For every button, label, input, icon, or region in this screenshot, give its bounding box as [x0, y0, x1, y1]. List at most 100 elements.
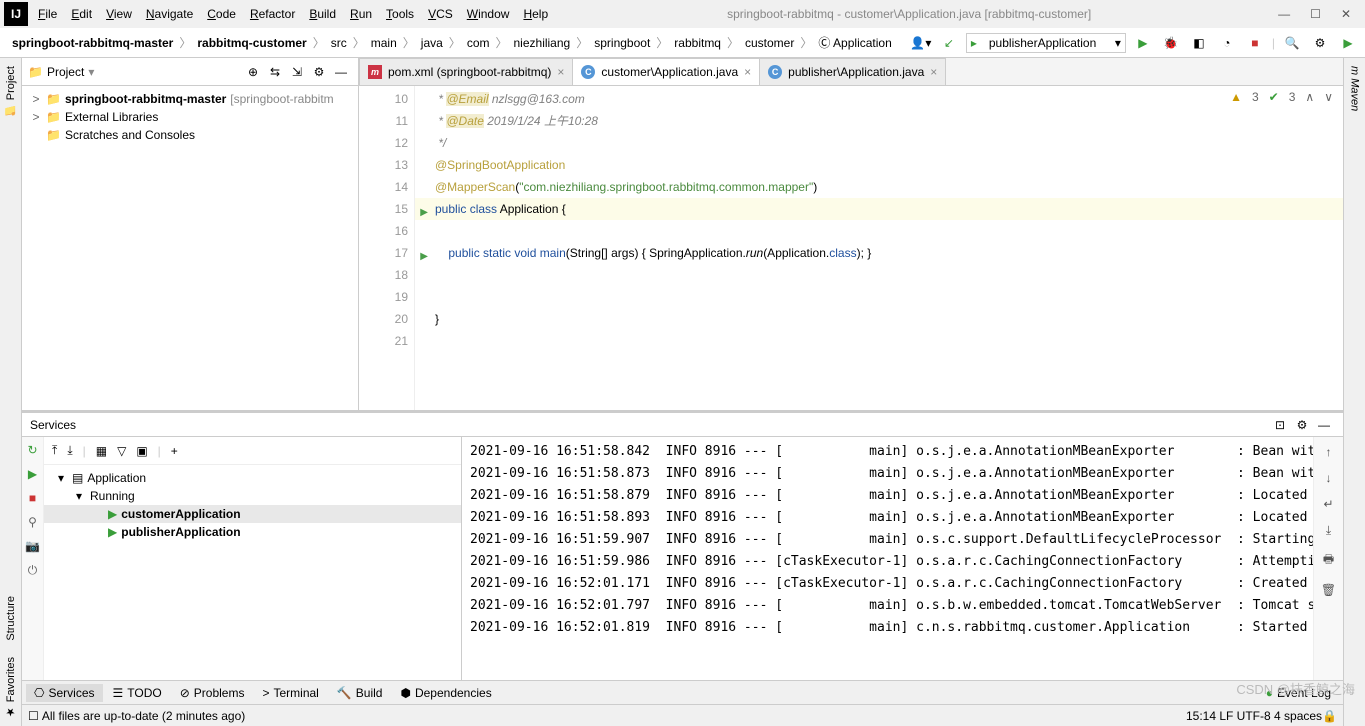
menu-navigate[interactable]: Navigate: [140, 3, 199, 25]
favorites-tool-tab[interactable]: ★ Favorites: [2, 649, 19, 726]
navigation-bar: springboot-rabbitmq-master〉rabbitmq-cust…: [0, 28, 1365, 58]
profile-icon[interactable]: ◔: [1216, 32, 1238, 54]
stop-icon[interactable]: ■: [29, 491, 36, 505]
bottom-tab-problems[interactable]: ⊘Problems: [172, 684, 253, 702]
run-icon[interactable]: ▶: [1132, 32, 1154, 54]
right-tool-strip: m Maven: [1343, 58, 1365, 726]
status-right[interactable]: 15:14 LF UTF-8 4 spaces: [1186, 709, 1322, 723]
menu-edit[interactable]: Edit: [65, 3, 98, 25]
breadcrumb-item[interactable]: rabbitmq: [668, 33, 727, 53]
debug-icon[interactable]: 🐞: [1160, 32, 1182, 54]
breadcrumb-item[interactable]: Ⓒ Application: [812, 31, 897, 54]
collapse-all-icon[interactable]: ⤓: [67, 443, 72, 458]
services-tree-row[interactable]: ▶ publisherApplication: [44, 523, 461, 541]
attach-debugger-icon[interactable]: ⚲: [28, 515, 37, 529]
menu-view[interactable]: View: [100, 3, 138, 25]
group-icon[interactable]: ▦: [96, 444, 107, 458]
structure-tool-tab[interactable]: Structure: [3, 588, 19, 649]
expand-all-icon[interactable]: ⤒: [52, 443, 57, 458]
close-tab-icon[interactable]: ×: [557, 65, 564, 79]
window-controls: — ☐ ✕: [1264, 7, 1365, 21]
menu-tools[interactable]: Tools: [380, 3, 420, 25]
tree-row[interactable]: >📁springboot-rabbitmq-master [springboot…: [22, 90, 358, 108]
scroll-down-icon[interactable]: ↓: [1326, 471, 1332, 485]
soft-wrap-icon[interactable]: ↵: [1323, 497, 1333, 511]
bottom-tab-terminal[interactable]: >Terminal: [254, 684, 326, 702]
scroll-up-icon[interactable]: ↑: [1326, 445, 1332, 459]
tree-row[interactable]: 📁Scratches and Consoles: [22, 126, 358, 144]
user-icon[interactable]: 👤▾: [910, 32, 932, 54]
close-tab-icon[interactable]: ×: [744, 65, 751, 79]
filter-icon[interactable]: ▽: [117, 444, 126, 458]
close-tab-icon[interactable]: ×: [930, 65, 937, 79]
maven-tool-tab[interactable]: m Maven: [1347, 58, 1363, 119]
expand-icon[interactable]: ⇲: [286, 61, 308, 83]
breadcrumb-item[interactable]: springboot-rabbitmq-master: [6, 33, 179, 53]
search-icon[interactable]: 🔍: [1281, 32, 1303, 54]
stop-icon[interactable]: ■: [1244, 32, 1266, 54]
bottom-tab-build[interactable]: 🔨Build: [329, 684, 391, 702]
services-toolbar: ⤒ ⤓ | ▦ ▽ ▣ | +: [44, 437, 461, 465]
menu-run[interactable]: Run: [344, 3, 378, 25]
breadcrumb-item[interactable]: main: [365, 33, 403, 53]
editor-tab[interactable]: Ccustomer\Application.java×: [572, 58, 760, 85]
breadcrumb-item[interactable]: rabbitmq-customer: [191, 33, 312, 53]
camera-icon[interactable]: 📷: [25, 539, 40, 553]
breadcrumb-item[interactable]: java: [415, 33, 449, 53]
breadcrumb-item[interactable]: niezhiliang: [508, 33, 577, 53]
project-tree[interactable]: >📁springboot-rabbitmq-master [springboot…: [22, 86, 358, 410]
services-tree-row[interactable]: ▶ customerApplication: [44, 505, 461, 523]
console-log[interactable]: 2021-09-16 16:51:58.842 INFO 8916 --- [ …: [462, 437, 1313, 680]
event-log-tab[interactable]: ●Event Log: [1258, 684, 1339, 702]
minimize-icon[interactable]: —: [1278, 7, 1290, 21]
hammer-build-icon[interactable]: ↙: [938, 32, 960, 54]
breadcrumb-item[interactable]: com: [461, 33, 496, 53]
scroll-to-end-icon[interactable]: ⤓: [1326, 523, 1331, 538]
coverage-icon[interactable]: ◧: [1188, 32, 1210, 54]
inspection-widget[interactable]: ▲3 ✔3 ∧∨: [1230, 90, 1333, 104]
hide-icon[interactable]: —: [1313, 414, 1335, 436]
code-editor[interactable]: * @Email nzlsgg@163.com * @Date 2019/1/2…: [415, 86, 1343, 410]
run-icon[interactable]: ▶: [28, 467, 37, 481]
layout-icon[interactable]: ▣: [136, 444, 147, 458]
bottom-tab-services[interactable]: ⎔Services: [26, 684, 103, 702]
menu-file[interactable]: File: [32, 3, 63, 25]
run-anything-icon[interactable]: ▶: [1337, 32, 1359, 54]
breadcrumb-item[interactable]: src: [325, 33, 353, 53]
menu-refactor[interactable]: Refactor: [244, 3, 301, 25]
ide-settings-icon[interactable]: ⚙: [1309, 32, 1331, 54]
gear-icon[interactable]: ⚙: [308, 61, 330, 83]
editor-tab[interactable]: mpom.xml (springboot-rabbitmq)×: [359, 58, 573, 85]
services-restore-layout-icon[interactable]: ⊡: [1269, 414, 1291, 436]
breadcrumb-item[interactable]: customer: [739, 33, 800, 53]
bottom-tab-dependencies[interactable]: ⬢Dependencies: [392, 684, 499, 702]
tree-row[interactable]: >📁External Libraries: [22, 108, 358, 126]
app-logo: IJ: [4, 2, 28, 26]
locate-icon[interactable]: ⊕: [242, 61, 264, 83]
menu-vcs[interactable]: VCS: [422, 3, 459, 25]
hide-icon[interactable]: —: [330, 61, 352, 83]
maximize-icon[interactable]: ☐: [1310, 7, 1321, 21]
close-icon[interactable]: ✕: [1341, 7, 1351, 21]
services-tree-row[interactable]: ▾▤ Application: [44, 469, 461, 487]
run-config-label: publisherApplication: [989, 36, 1096, 50]
menu-window[interactable]: Window: [461, 3, 516, 25]
menu-help[interactable]: Help: [517, 3, 554, 25]
editor-tab[interactable]: Cpublisher\Application.java×: [759, 58, 946, 85]
collapse-icon[interactable]: ⇆: [264, 61, 286, 83]
lock-icon[interactable]: 🔒: [1322, 709, 1337, 723]
add-icon[interactable]: +: [171, 444, 178, 458]
services-tree[interactable]: ▾▤ Application▾ Running ▶ customerApplic…: [44, 465, 461, 680]
menu-code[interactable]: Code: [201, 3, 242, 25]
services-tree-row[interactable]: ▾ Running: [44, 487, 461, 505]
print-icon[interactable]: 🖶: [1323, 550, 1334, 571]
gear-icon[interactable]: ⚙: [1291, 414, 1313, 436]
clear-icon[interactable]: 🗑: [1321, 583, 1336, 597]
breadcrumb-item[interactable]: springboot: [588, 33, 656, 53]
exit-icon[interactable]: ⏻: [28, 563, 38, 578]
rerun-icon[interactable]: ↻: [27, 443, 37, 457]
bottom-tab-todo[interactable]: ☰TODO: [105, 684, 170, 702]
project-tool-tab[interactable]: 📁 Project: [2, 58, 19, 125]
menu-build[interactable]: Build: [303, 3, 342, 25]
run-config-combo[interactable]: ▸ publisherApplication ▾: [966, 33, 1126, 53]
